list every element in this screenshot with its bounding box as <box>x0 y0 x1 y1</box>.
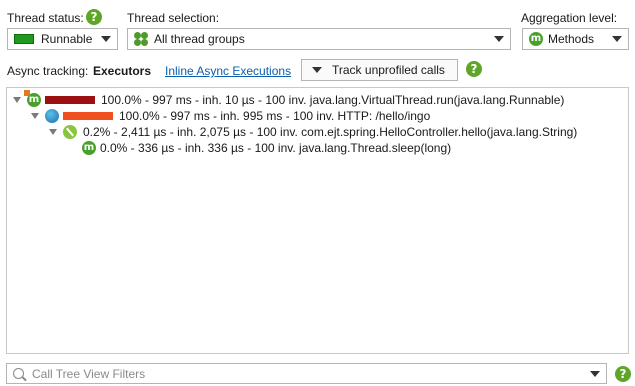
thread-selection-dropdown[interactable]: All thread groups <box>127 28 511 50</box>
methods-icon: m <box>529 32 543 46</box>
chevron-down-icon <box>612 36 622 42</box>
tree-row[interactable]: m 100.0% - 997 ms - inh. 10 µs - 100 inv… <box>13 90 565 108</box>
time-bar <box>63 112 113 120</box>
spring-icon <box>63 125 77 139</box>
expand-toggle-icon[interactable] <box>13 97 21 103</box>
help-icon[interactable]: ? <box>615 366 631 382</box>
tree-row-text: 100.0% - 997 ms - inh. 995 ms - 100 inv.… <box>119 109 431 123</box>
async-tracking-mode: Executors <box>93 64 152 78</box>
call-tree[interactable]: m 100.0% - 997 ms - inh. 10 µs - 100 inv… <box>6 87 629 354</box>
tree-row[interactable]: 0.2% - 2,411 µs - inh. 2,075 µs - 100 in… <box>49 124 577 140</box>
tree-row-text: 0.2% - 2,411 µs - inh. 2,075 µs - 100 in… <box>83 125 578 139</box>
chevron-down-icon <box>312 67 322 73</box>
aggregation-level-dropdown[interactable]: m Methods <box>522 28 629 50</box>
runnable-color-swatch <box>14 34 34 44</box>
method-icon: m <box>82 141 96 155</box>
aggregation-level-value: Methods <box>548 32 595 46</box>
http-globe-icon <box>45 109 59 123</box>
method-icon: m <box>24 90 41 107</box>
thread-status-label: Thread status: <box>7 11 84 25</box>
chevron-down-icon <box>494 36 504 42</box>
tree-row[interactable]: m 0.0% - 336 µs - inh. 336 µs - 100 inv.… <box>82 140 451 156</box>
expand-toggle-icon[interactable] <box>31 113 39 119</box>
help-icon[interactable]: ? <box>86 9 102 25</box>
thread-status-value: Runnable <box>41 32 93 46</box>
chevron-down-icon <box>101 36 111 42</box>
track-unprofiled-calls-button[interactable]: Track unprofiled calls <box>301 59 458 81</box>
call-tree-filter-field[interactable] <box>6 363 607 384</box>
async-tracking-label: Async tracking: <box>7 64 89 78</box>
thread-selection-value: All thread groups <box>154 32 245 46</box>
aggregation-level-label: Aggregation level: <box>521 11 618 25</box>
expand-toggle-icon[interactable] <box>49 129 57 135</box>
track-unprofiled-calls-label: Track unprofiled calls <box>332 63 445 77</box>
search-icon <box>13 368 24 379</box>
chevron-down-icon[interactable] <box>590 370 600 377</box>
thread-groups-icon <box>134 32 148 46</box>
tree-row-text: 100.0% - 997 ms - inh. 10 µs - 100 inv. … <box>101 93 565 107</box>
thread-status-dropdown[interactable]: Runnable <box>7 28 118 50</box>
call-tree-filter-input[interactable] <box>30 365 584 382</box>
thread-selection-label: Thread selection: <box>127 11 220 25</box>
time-bar <box>45 96 95 104</box>
tree-row[interactable]: 100.0% - 997 ms - inh. 995 ms - 100 inv.… <box>31 108 430 124</box>
tree-row-text: 0.0% - 336 µs - inh. 336 µs - 100 inv. j… <box>100 141 452 155</box>
help-icon[interactable]: ? <box>466 61 482 77</box>
inline-async-executions-link[interactable]: Inline Async Executions <box>165 64 291 78</box>
